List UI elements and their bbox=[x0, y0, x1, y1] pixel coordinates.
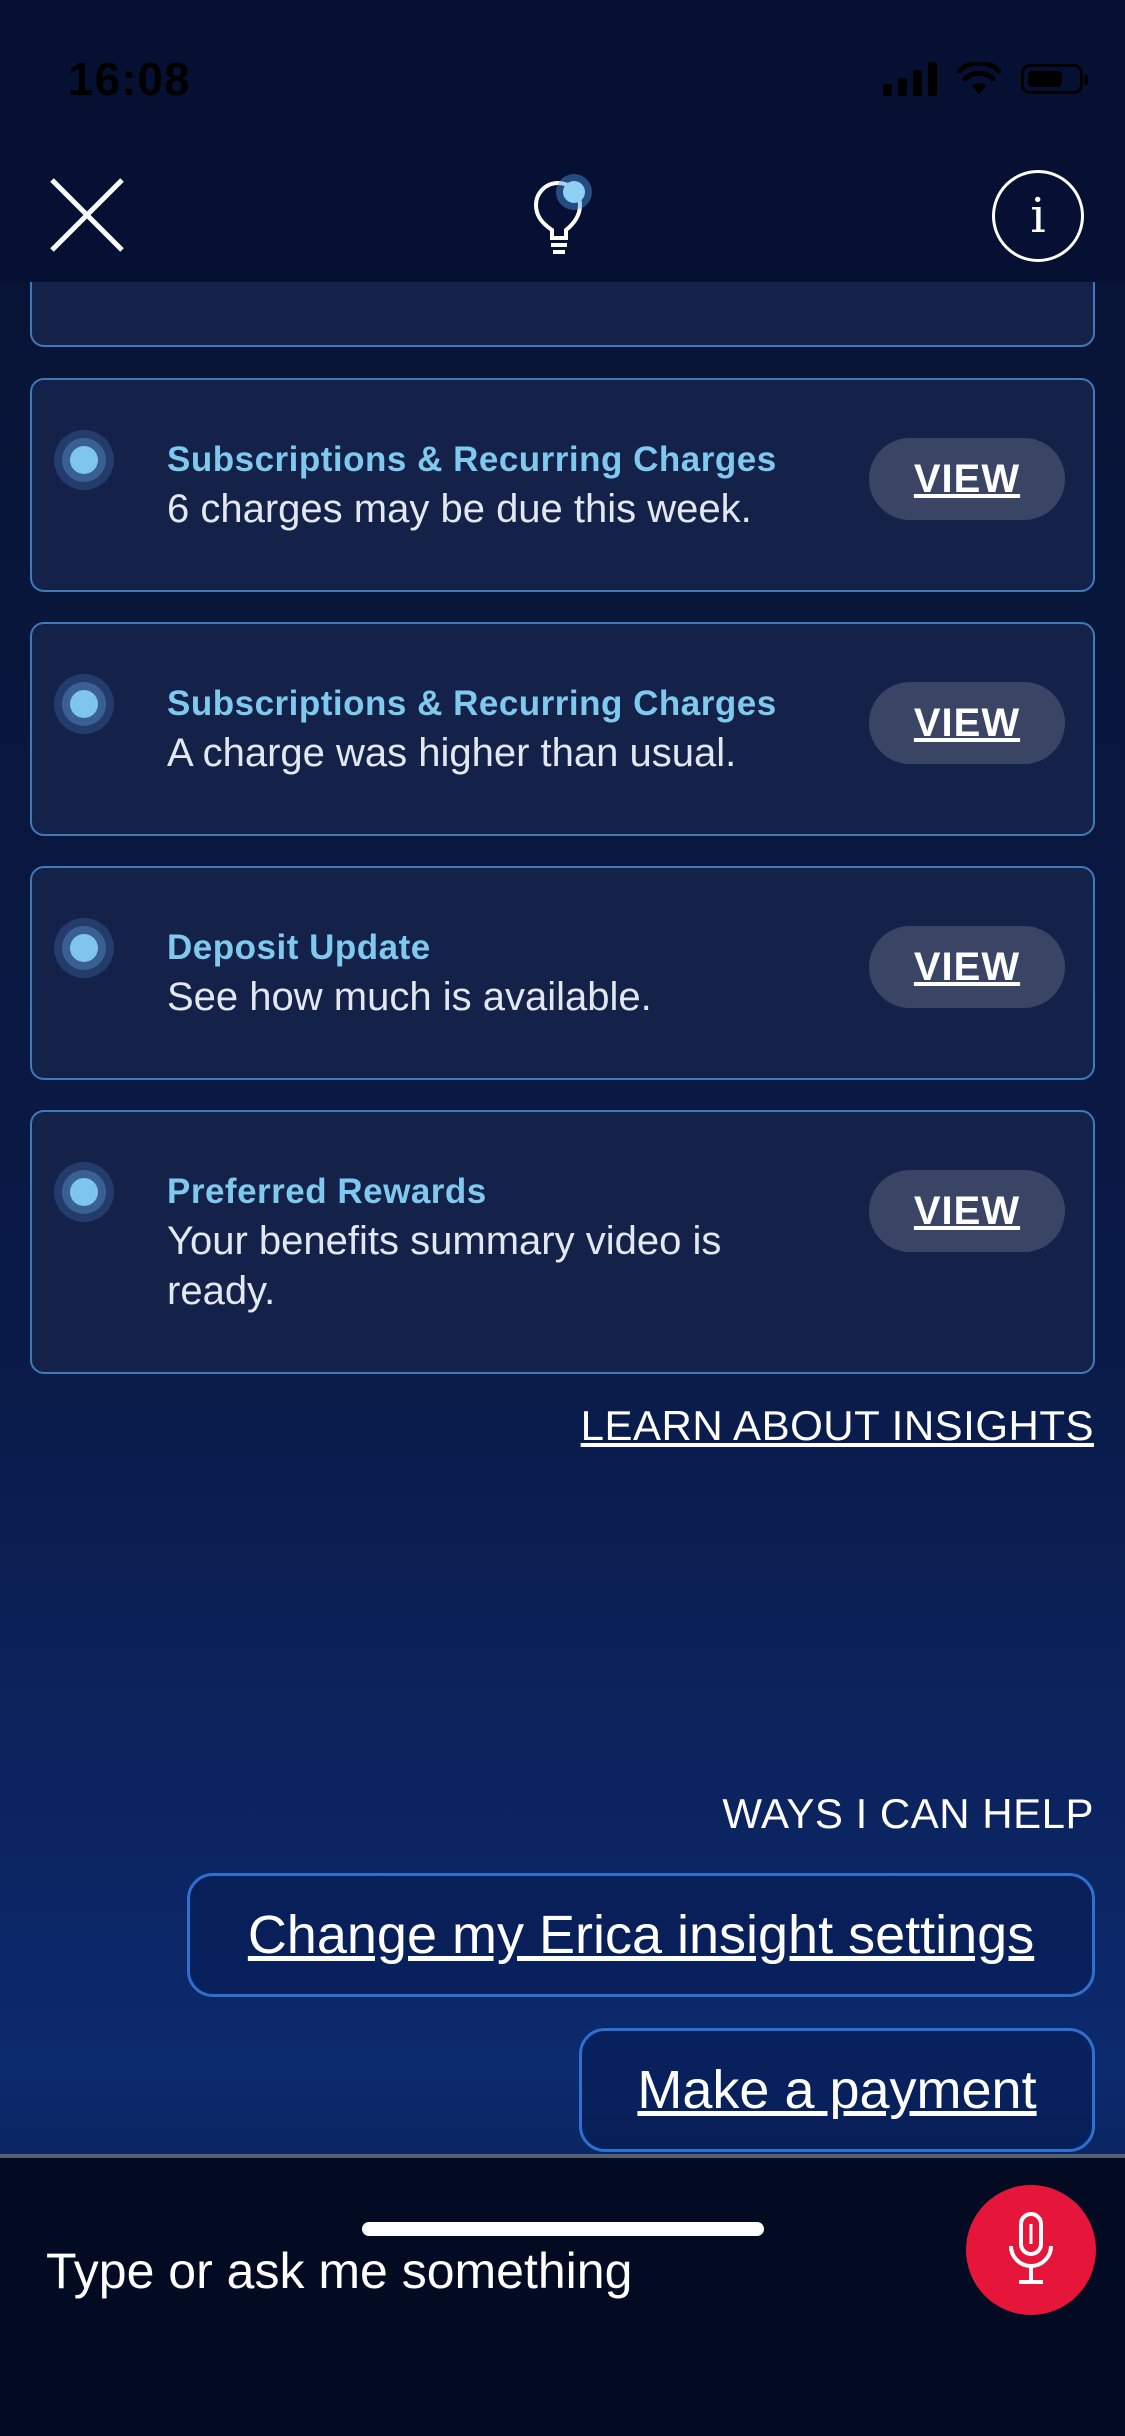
close-icon[interactable] bbox=[48, 176, 126, 254]
insight-description: A charge was higher than usual. bbox=[167, 731, 737, 775]
view-button[interactable]: VIEW bbox=[869, 682, 1065, 764]
insight-description: Your benefits summary video is ready. bbox=[167, 1219, 722, 1313]
info-icon: i bbox=[1030, 188, 1046, 244]
insight-description: See how much is available. bbox=[167, 975, 652, 1019]
top-nav: i bbox=[0, 150, 1125, 282]
view-button[interactable]: VIEW bbox=[869, 1170, 1065, 1252]
insight-title: Deposit Update bbox=[167, 928, 431, 967]
view-button[interactable]: VIEW bbox=[869, 438, 1065, 520]
cellular-signal-icon bbox=[883, 62, 937, 96]
wifi-icon bbox=[957, 62, 1001, 94]
view-button[interactable]: VIEW bbox=[869, 926, 1065, 1008]
suggestion-button-make-payment[interactable]: Make a payment bbox=[579, 2028, 1095, 2152]
learn-about-insights-link[interactable]: LEARN ABOUT INSIGHTS bbox=[581, 1402, 1094, 1450]
info-button[interactable]: i bbox=[992, 170, 1084, 262]
erica-insights-screen: 16:08 i Subscriptions & Recurring Charge… bbox=[0, 0, 1125, 2436]
battery-icon bbox=[1021, 64, 1088, 94]
insight-description: 6 charges may be due this week. bbox=[167, 487, 752, 531]
insight-card[interactable]: Preferred Rewards Your benefits summary … bbox=[30, 1110, 1095, 1374]
status-bar: 16:08 bbox=[0, 0, 1125, 150]
chat-input[interactable]: Type or ask me something bbox=[46, 2242, 632, 2300]
suggestion-button-insight-settings[interactable]: Change my Erica insight settings bbox=[187, 1873, 1095, 1997]
insight-card[interactable]: Subscriptions & Recurring Charges A char… bbox=[30, 622, 1095, 836]
lightbulb-icon bbox=[533, 174, 592, 254]
microphone-button[interactable] bbox=[966, 2185, 1096, 2315]
insight-title: Subscriptions & Recurring Charges bbox=[167, 684, 777, 723]
unread-dot-icon bbox=[54, 430, 114, 490]
chat-input-bar: Type or ask me something bbox=[0, 2154, 1125, 2436]
insight-card[interactable]: Deposit Update See how much is available… bbox=[30, 866, 1095, 1080]
microphone-icon bbox=[1009, 2212, 1053, 2284]
unread-dot-icon bbox=[54, 674, 114, 734]
insight-title: Preferred Rewards bbox=[167, 1172, 487, 1211]
home-indicator[interactable] bbox=[362, 2222, 764, 2236]
insight-title: Subscriptions & Recurring Charges bbox=[167, 440, 777, 479]
unread-dot-icon bbox=[54, 918, 114, 978]
status-icons bbox=[883, 62, 1088, 96]
ways-i-can-help-heading: WAYS I CAN HELP bbox=[722, 1790, 1094, 1837]
insight-card[interactable]: Subscriptions & Recurring Charges 6 char… bbox=[30, 378, 1095, 592]
unread-dot-icon bbox=[54, 1162, 114, 1222]
status-time: 16:08 bbox=[68, 53, 191, 105]
